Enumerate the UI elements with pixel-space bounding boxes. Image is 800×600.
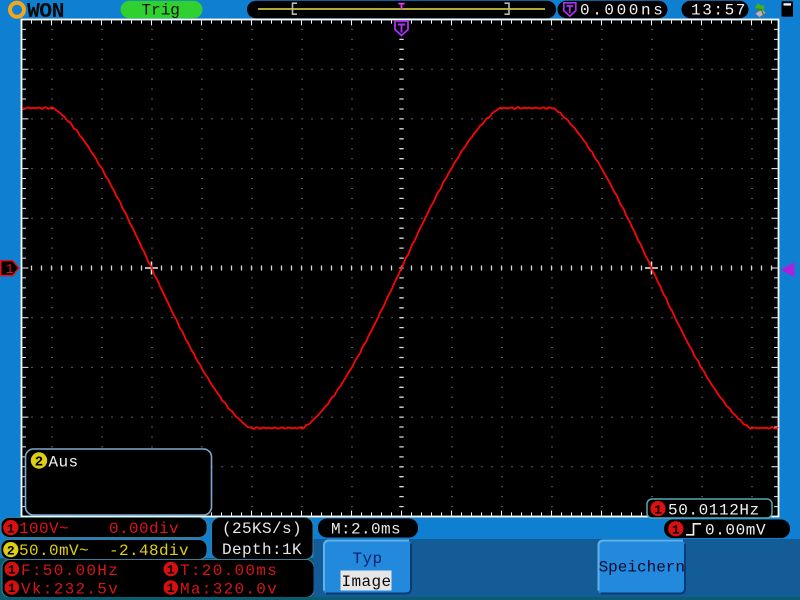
- svg-text:Image: Image: [341, 573, 391, 591]
- svg-text:T:20.00ms: T:20.00ms: [180, 562, 278, 580]
- svg-text:1: 1: [654, 502, 662, 517]
- svg-text:Trig: Trig: [142, 1, 180, 19]
- svg-text:1: 1: [672, 523, 680, 538]
- svg-text:50.0112Hz: 50.0112Hz: [668, 501, 760, 519]
- svg-text:Vk:232.5v: Vk:232.5v: [21, 580, 119, 598]
- svg-text:1: 1: [5, 263, 13, 278]
- svg-text:(25KS/s): (25KS/s): [222, 520, 302, 538]
- svg-text:0.00mV: 0.00mV: [705, 521, 766, 539]
- svg-text:1: 1: [167, 563, 175, 578]
- svg-text:-2.48div: -2.48div: [109, 542, 189, 560]
- svg-text:1: 1: [7, 521, 15, 536]
- svg-text:50.0mV~: 50.0mV~: [19, 542, 89, 560]
- svg-text:1: 1: [8, 581, 16, 596]
- svg-text:M:2.0ms: M:2.0ms: [331, 520, 401, 538]
- svg-text:2: 2: [7, 543, 15, 558]
- svg-text:WON: WON: [27, 0, 64, 24]
- svg-text:1: 1: [8, 563, 16, 578]
- svg-text:Depth:1K: Depth:1K: [222, 541, 302, 559]
- svg-text:100V~: 100V~: [19, 520, 69, 538]
- svg-text:Aus: Aus: [49, 453, 79, 471]
- svg-text:F:50.00Hz: F:50.00Hz: [21, 562, 119, 580]
- svg-text:0.000ns: 0.000ns: [580, 2, 665, 20]
- svg-text:0.00div: 0.00div: [109, 520, 179, 538]
- svg-text:Speichern: Speichern: [599, 559, 685, 577]
- svg-text:13:57: 13:57: [691, 2, 747, 20]
- svg-text:Typ: Typ: [352, 550, 382, 568]
- svg-text:1: 1: [167, 581, 175, 596]
- svg-text:Ma:320.0v: Ma:320.0v: [180, 580, 278, 598]
- svg-text:2: 2: [35, 454, 43, 470]
